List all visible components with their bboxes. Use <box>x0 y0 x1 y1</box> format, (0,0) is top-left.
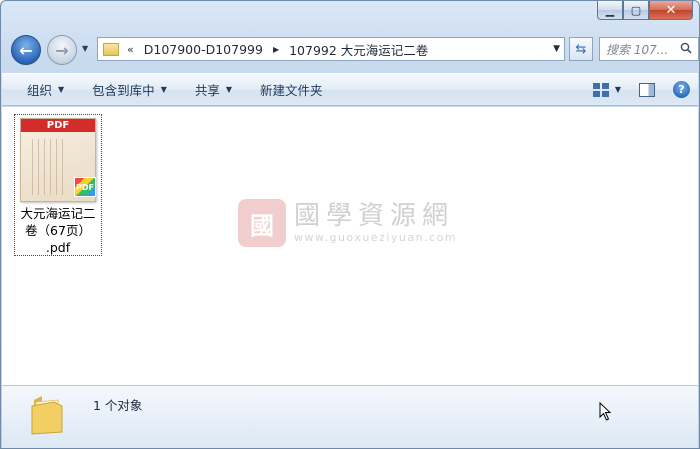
chevron-down-icon: ▼ <box>58 85 65 94</box>
breadcrumb-item-current[interactable]: 107992 大元海运记二卷 <box>289 40 428 59</box>
maximize-button[interactable]: ▢ <box>623 1 649 20</box>
caption-buttons: ▁ ▢ ✕ <box>597 1 693 21</box>
search-icon[interactable] <box>680 42 692 54</box>
new-folder-label: 新建文件夹 <box>260 83 323 98</box>
file-list-area[interactable]: PDF PDF 大元海运记二 卷（67页） .pdf 國 國學資源網 www.g… <box>2 107 698 385</box>
file-item-pdf[interactable]: PDF PDF 大元海运记二 卷（67页） .pdf <box>14 114 102 256</box>
view-options-icon[interactable] <box>592 82 609 97</box>
include-in-library-menu[interactable]: 包含到库中 ▼ <box>78 74 181 105</box>
watermark-logo-icon: 國 <box>238 199 286 247</box>
share-menu[interactable]: 共享 ▼ <box>181 74 246 105</box>
command-bar: 组织 ▼ 包含到库中 ▼ 共享 ▼ 新建文件夹 ▼ ? <box>2 73 698 106</box>
minimize-button[interactable]: ▁ <box>597 1 623 20</box>
watermark-url: www.guoxueziyuan.com <box>294 231 458 244</box>
breadcrumb-item-parent[interactable]: D107900-D107999 <box>144 42 263 57</box>
folder-icon <box>31 396 63 435</box>
explorer-window: ▁ ▢ ✕ ← → ▼ « D107900-D107999 ▶ 107992 大… <box>0 0 700 449</box>
new-folder-button[interactable]: 新建文件夹 <box>246 74 337 105</box>
help-icon[interactable]: ? <box>673 81 690 98</box>
folder-icon <box>103 42 119 56</box>
pdf-badge-icon: PDF <box>74 177 96 197</box>
address-bar[interactable]: « D107900-D107999 ▶ 107992 大元海运记二卷 ▼ <box>97 37 565 61</box>
view-controls: ▼ ? <box>592 74 690 105</box>
thumbnail-header: PDF <box>21 119 95 132</box>
recent-pages-dropdown[interactable]: ▼ <box>82 44 88 53</box>
share-label: 共享 <box>194 83 220 98</box>
search-box[interactable]: 搜索 107... <box>599 37 699 61</box>
details-pane: 1 个对象 <box>2 385 698 448</box>
item-count-status: 1 个对象 <box>93 398 143 413</box>
address-dropdown-icon[interactable]: ▼ <box>553 44 560 54</box>
close-button[interactable]: ✕ <box>649 1 693 20</box>
include-in-library-label: 包含到库中 <box>92 83 155 98</box>
organize-label: 组织 <box>27 83 53 98</box>
watermark-title: 國學資源網 <box>294 201 455 231</box>
back-button[interactable]: ← <box>11 35 41 65</box>
refresh-icon: ⇆ <box>575 41 587 57</box>
breadcrumb-separator-icon[interactable]: ▶ <box>273 45 279 54</box>
view-dropdown-icon[interactable]: ▼ <box>615 85 621 94</box>
chevron-down-icon: ▼ <box>160 85 167 94</box>
preview-pane-icon[interactable] <box>639 82 655 97</box>
mouse-pointer-icon <box>599 402 612 421</box>
chevron-down-icon: ▼ <box>225 85 233 94</box>
organize-menu[interactable]: 组织 ▼ <box>2 74 78 105</box>
pdf-file-icon: PDF PDF <box>20 118 96 202</box>
search-input[interactable]: 搜索 107... <box>606 41 668 58</box>
watermark: 國 國學資源網 www.guoxueziyuan.com <box>238 199 457 247</box>
refresh-button[interactable]: ⇆ <box>569 37 593 61</box>
navigation-bar: ← → ▼ « D107900-D107999 ▶ 107992 大元海运记二卷… <box>9 34 699 68</box>
breadcrumb-overflow[interactable]: « <box>127 43 134 56</box>
forward-button[interactable]: → <box>47 35 77 65</box>
file-name-label: 大元海运记二 卷（67页） .pdf <box>20 206 96 255</box>
